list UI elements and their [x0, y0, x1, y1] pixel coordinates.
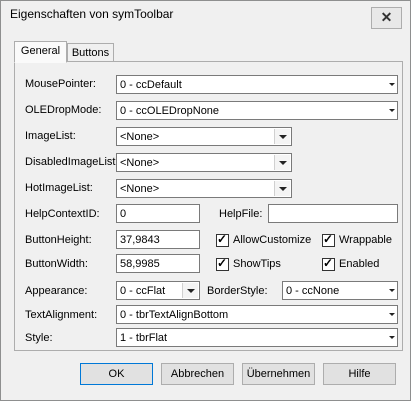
- disabled-image-list-select[interactable]: <None>: [116, 153, 292, 172]
- help-file-input[interactable]: [268, 204, 398, 223]
- chevron-down-icon[interactable]: [389, 283, 396, 298]
- border-style-select[interactable]: 0 - ccNone: [282, 281, 398, 300]
- chevron-down-icon[interactable]: [389, 330, 396, 345]
- checkbox-checked-icon[interactable]: [322, 256, 335, 271]
- checkbox-checked-icon[interactable]: [216, 232, 229, 247]
- appearance-select[interactable]: 0 - ccFlat: [116, 281, 200, 300]
- allow-customize-label: AllowCustomize: [233, 234, 312, 246]
- text-alignment-label: TextAlignment:: [25, 309, 98, 321]
- ok-button[interactable]: OK: [80, 363, 153, 385]
- mouse-pointer-label: MousePointer:: [25, 78, 96, 90]
- mouse-pointer-select[interactable]: 0 - ccDefault: [116, 75, 398, 94]
- image-list-value: <None>: [120, 131, 160, 143]
- style-value: 1 - tbrFlat: [120, 332, 168, 344]
- chevron-down-icon[interactable]: [389, 307, 396, 322]
- disabled-image-list-value: <None>: [120, 157, 160, 169]
- button-width-value: 58,9985: [120, 258, 160, 270]
- cancel-button[interactable]: Abbrechen: [161, 363, 234, 385]
- tab-buttons[interactable]: Buttons: [67, 43, 114, 62]
- text-alignment-value: 0 - tbrTextAlignBottom: [120, 309, 229, 321]
- style-label: Style:: [25, 332, 53, 344]
- text-alignment-select[interactable]: 0 - tbrTextAlignBottom: [116, 305, 398, 324]
- disabled-image-list-label: DisabledImageList:: [25, 156, 119, 168]
- help-file-label: HelpFile:: [219, 208, 263, 220]
- hot-image-list-select[interactable]: <None>: [116, 179, 292, 198]
- help-context-id-label: HelpContextID:: [25, 208, 100, 220]
- button-height-input[interactable]: 37,9843: [116, 230, 200, 249]
- button-width-label: ButtonWidth:: [25, 258, 88, 270]
- button-height-value: 37,9843: [120, 234, 160, 246]
- appearance-value: 0 - ccFlat: [120, 285, 166, 297]
- checkbox-checked-icon[interactable]: [322, 232, 335, 247]
- chevron-down-icon[interactable]: [274, 129, 290, 144]
- ole-drop-mode-label: OLEDropMode:: [25, 104, 102, 116]
- close-button[interactable]: ✕: [371, 7, 402, 29]
- chevron-down-icon[interactable]: [182, 283, 198, 298]
- apply-button[interactable]: Übernehmen: [242, 363, 315, 385]
- border-style-value: 0 - ccNone: [286, 285, 340, 297]
- properties-dialog: Eigenschaften von symToolbar ✕ General B…: [0, 0, 411, 401]
- help-context-id-input[interactable]: 0: [116, 204, 200, 223]
- ole-drop-mode-value: 0 - ccOLEDropNone: [120, 105, 220, 117]
- tab-general[interactable]: General: [14, 41, 67, 63]
- style-select[interactable]: 1 - tbrFlat: [116, 328, 398, 347]
- window-title: Eigenschaften von symToolbar: [10, 7, 174, 21]
- hot-image-list-value: <None>: [120, 183, 160, 195]
- chevron-down-icon[interactable]: [274, 155, 290, 170]
- chevron-down-icon[interactable]: [389, 77, 396, 92]
- chevron-down-icon[interactable]: [274, 181, 290, 196]
- show-tips-label: ShowTips: [233, 258, 281, 270]
- help-button[interactable]: Hilfe: [323, 363, 396, 385]
- button-height-label: ButtonHeight:: [25, 234, 92, 246]
- wrappable-label: Wrappable: [339, 234, 392, 246]
- help-context-id-value: 0: [120, 208, 127, 220]
- border-style-label: BorderStyle:: [207, 285, 268, 297]
- chevron-down-icon[interactable]: [389, 103, 396, 118]
- image-list-label: ImageList:: [25, 130, 76, 142]
- mouse-pointer-value: 0 - ccDefault: [120, 79, 182, 91]
- image-list-select[interactable]: <None>: [116, 127, 292, 146]
- ole-drop-mode-select[interactable]: 0 - ccOLEDropNone: [116, 101, 398, 120]
- hot-image-list-label: HotImageList:: [25, 182, 93, 194]
- button-width-input[interactable]: 58,9985: [116, 254, 200, 273]
- title-bar: Eigenschaften von symToolbar ✕: [1, 1, 410, 29]
- appearance-label: Appearance:: [25, 285, 88, 297]
- checkbox-checked-icon[interactable]: [216, 256, 229, 271]
- enabled-label: Enabled: [339, 258, 380, 270]
